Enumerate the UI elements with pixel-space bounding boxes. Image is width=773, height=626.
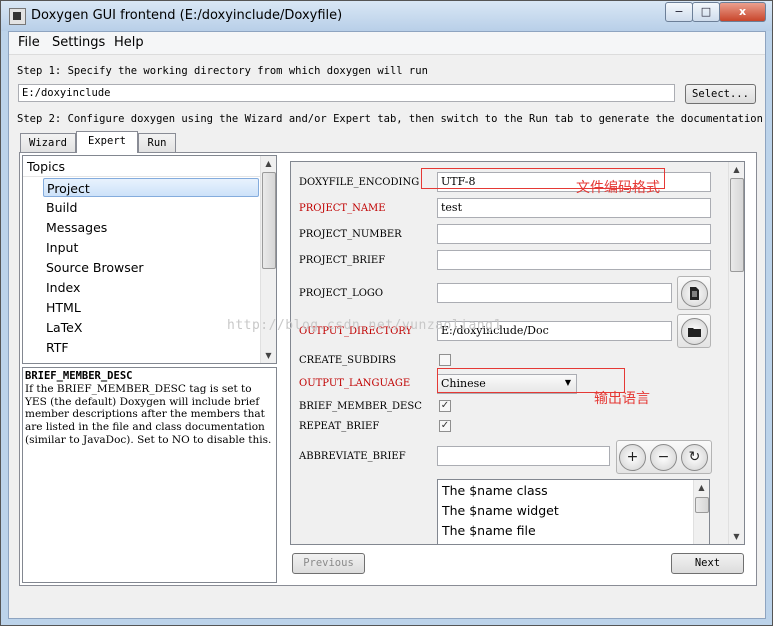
- refresh-icon[interactable]: ↻: [681, 444, 708, 471]
- project-number-input[interactable]: [437, 224, 711, 244]
- list-item[interactable]: The $name file: [442, 523, 536, 538]
- settings-scroll-thumb[interactable]: [730, 178, 744, 272]
- doxygen-app-icon: [9, 8, 26, 25]
- menu-file[interactable]: File: [18, 35, 40, 50]
- list-scroll-thumb[interactable]: [695, 497, 709, 513]
- expert-panel: Topics Project Build Messages Input Sour…: [19, 152, 757, 586]
- settings-scrollbar[interactable]: ▲ ▼: [728, 162, 744, 544]
- scroll-up-arrow-icon[interactable]: ▲: [694, 480, 709, 495]
- language-annotation: 输出语言: [594, 391, 650, 407]
- list-item[interactable]: The $name class: [442, 483, 548, 498]
- previous-button[interactable]: Previous: [292, 553, 365, 574]
- abbreviate-brief-input[interactable]: [437, 446, 610, 466]
- tab-wizard[interactable]: Wizard: [20, 133, 76, 152]
- select-directory-button[interactable]: Select...: [685, 84, 756, 104]
- next-button[interactable]: Next: [671, 553, 744, 574]
- scroll-down-arrow-icon[interactable]: ▼: [729, 529, 744, 544]
- tab-run[interactable]: Run: [138, 133, 176, 152]
- remove-icon[interactable]: −: [650, 444, 677, 471]
- scroll-up-arrow-icon[interactable]: ▲: [261, 156, 276, 171]
- browse-output-directory-button[interactable]: [677, 314, 711, 348]
- step2-instruction: Step 2: Configure doxygen using the Wiza…: [17, 113, 763, 125]
- topic-messages[interactable]: Messages: [43, 218, 259, 237]
- topic-build[interactable]: Build: [43, 198, 259, 217]
- minimize-button[interactable]: −: [665, 2, 693, 22]
- close-button[interactable]: x: [719, 2, 766, 22]
- list-scrollbar[interactable]: ▲: [693, 480, 709, 544]
- maximize-button[interactable]: □: [692, 2, 720, 22]
- settings-area: DOXYFILE_ENCODING UTF-8 PROJECT_NAME tes…: [290, 161, 745, 545]
- label-doxyfile-encoding: DOXYFILE_ENCODING: [299, 177, 420, 188]
- topics-scroll-thumb[interactable]: [262, 172, 276, 269]
- file-icon: [681, 280, 708, 307]
- working-directory-input[interactable]: E:/doxyinclude: [18, 84, 675, 102]
- topic-source-browser[interactable]: Source Browser: [43, 258, 259, 277]
- label-output-language: OUTPUT_LANGUAGE: [299, 378, 411, 389]
- brief-member-desc-checkbox[interactable]: ✓: [439, 400, 451, 412]
- topics-header: Topics: [23, 156, 261, 177]
- label-abbreviate-brief: ABBREVIATE_BRIEF: [299, 451, 406, 462]
- abbreviate-brief-list[interactable]: The $name class The $name widget The $na…: [437, 479, 710, 544]
- project-brief-input[interactable]: [437, 250, 711, 270]
- repeat-brief-checkbox[interactable]: ✓: [439, 420, 451, 432]
- add-icon[interactable]: +: [619, 444, 646, 471]
- topic-rtf[interactable]: RTF: [43, 338, 259, 357]
- create-subdirs-checkbox[interactable]: [439, 354, 451, 366]
- project-name-input[interactable]: test: [437, 198, 711, 218]
- topic-project[interactable]: Project: [43, 178, 259, 197]
- browse-logo-button[interactable]: [677, 276, 711, 310]
- help-title: BRIEF_MEMBER_DESC: [25, 370, 133, 382]
- menu-settings[interactable]: Settings: [52, 35, 105, 50]
- window-title: Doxygen GUI frontend (E:/doxyinclude/Dox…: [31, 8, 343, 23]
- label-project-name: PROJECT_NAME: [299, 203, 386, 214]
- label-repeat-brief: REPEAT_BRIEF: [299, 421, 380, 432]
- topic-index[interactable]: Index: [43, 278, 259, 297]
- tab-expert[interactable]: Expert: [76, 131, 138, 153]
- menu-bar: File Settings Help: [9, 32, 765, 55]
- list-item[interactable]: The $name widget: [442, 503, 559, 518]
- project-logo-input[interactable]: [437, 283, 672, 303]
- scroll-down-arrow-icon[interactable]: ▼: [261, 348, 276, 363]
- topic-input[interactable]: Input: [43, 238, 259, 257]
- help-body: If the BRIEF_MEMBER_DESC tag is set to Y…: [25, 382, 272, 446]
- folder-icon: [681, 318, 708, 345]
- label-create-subdirs: CREATE_SUBDIRS: [299, 355, 397, 366]
- watermark: http://blog.csdn.net/yunzaoliang1: [227, 318, 502, 333]
- label-project-number: PROJECT_NUMBER: [299, 229, 402, 240]
- encoding-annotation: 文件编码格式: [576, 180, 660, 196]
- scroll-up-arrow-icon[interactable]: ▲: [729, 162, 744, 177]
- help-text-box: BRIEF_MEMBER_DESC If the BRIEF_MEMBER_DE…: [22, 367, 277, 583]
- app-window: Doxygen GUI frontend (E:/doxyinclude/Dox…: [0, 0, 773, 626]
- title-bar: Doxygen GUI frontend (E:/doxyinclude/Dox…: [1, 1, 772, 31]
- menu-help[interactable]: Help: [114, 35, 144, 50]
- label-project-brief: PROJECT_BRIEF: [299, 255, 386, 266]
- label-brief-member-desc: BRIEF_MEMBER_DESC: [299, 401, 422, 412]
- step1-instruction: Step 1: Specify the working directory fr…: [17, 65, 428, 77]
- topic-html[interactable]: HTML: [43, 298, 259, 317]
- label-project-logo: PROJECT_LOGO: [299, 288, 384, 299]
